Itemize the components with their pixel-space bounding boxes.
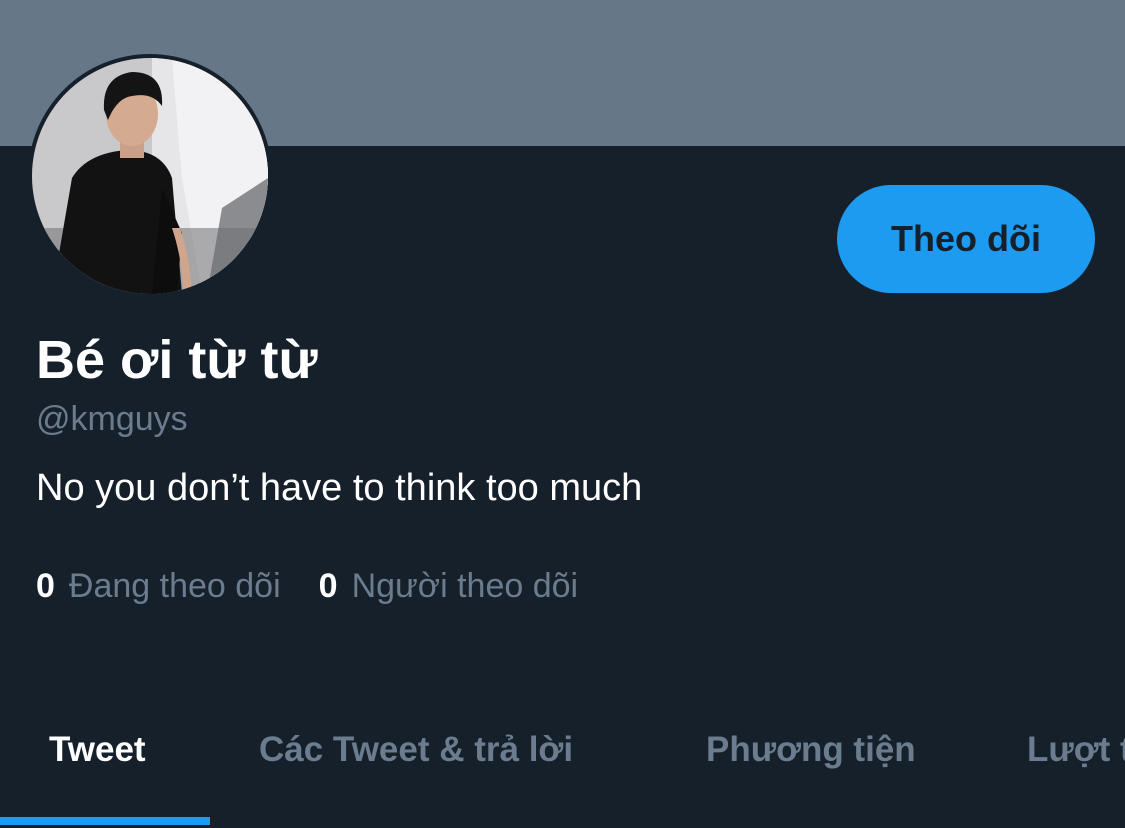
tab-media[interactable]: Phương tiện	[706, 728, 916, 772]
profile-tabs: Tweet Các Tweet & trả lời Phương tiện Lư…	[0, 700, 1125, 828]
display-name: Bé ơi từ từ	[36, 330, 318, 390]
profile-stats: 0 Đang theo dõi 0 Người theo dõi	[36, 563, 578, 609]
followers-count: 0	[318, 567, 338, 605]
active-tab-indicator	[0, 817, 210, 825]
following-count: 0	[36, 567, 55, 605]
tab-tweets[interactable]: Tweet	[49, 728, 146, 772]
following-label: Đang theo dõi	[68, 567, 281, 605]
followers-stat[interactable]: 0 Người theo dõi	[319, 563, 578, 609]
tab-tweets-replies[interactable]: Các Tweet & trả lời	[259, 728, 573, 772]
follow-button[interactable]: Theo dõi	[837, 185, 1095, 293]
following-stat[interactable]: 0 Đang theo dõi	[36, 563, 281, 609]
avatar-photo	[32, 58, 268, 294]
followers-label: Người theo dõi	[351, 567, 579, 605]
user-handle: @kmguys	[36, 400, 188, 438]
avatar[interactable]	[28, 54, 272, 298]
tab-likes[interactable]: Lượt thích	[1027, 728, 1125, 772]
profile-bio: No you don’t have to think too much	[36, 467, 643, 509]
